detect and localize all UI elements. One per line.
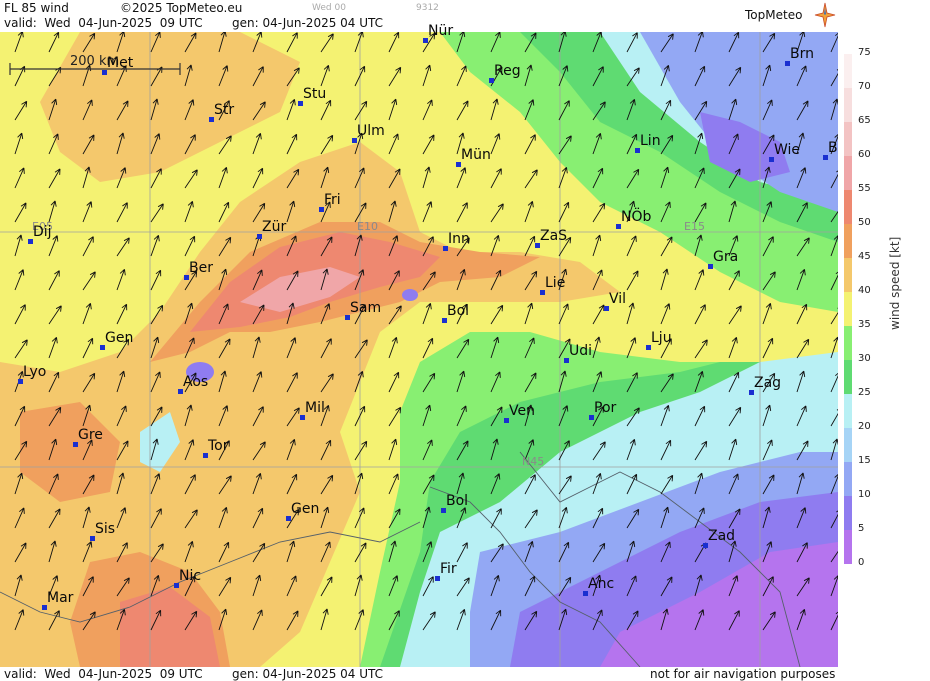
footer-disclaimer: not for air navigation purposes <box>650 667 836 681</box>
city-label: Bol <box>447 303 470 319</box>
city-label: Nic <box>179 568 202 584</box>
city-label: Wie <box>774 142 801 158</box>
city-label: Met <box>107 55 134 71</box>
city-label: Sis <box>95 521 116 537</box>
legend-tick-label: 10 <box>858 489 871 500</box>
product-title: FL 85 wind <box>4 1 69 15</box>
legend-tick-label: 65 <box>858 115 871 126</box>
city-label: Gre <box>78 427 103 443</box>
city-label: Ven <box>509 403 535 419</box>
city-label: Aos <box>183 374 209 390</box>
city-label: Udi <box>569 343 593 359</box>
legend-color-band <box>844 326 852 360</box>
legend-tick-label: 50 <box>858 217 871 228</box>
city-label: Zad <box>708 528 736 544</box>
legend-tick-label: 0 <box>858 557 865 568</box>
city-label: Sam <box>350 300 382 316</box>
city-label: Mar <box>47 590 74 606</box>
legend-tick-label: 35 <box>858 319 871 330</box>
city-label: Lin <box>640 133 661 149</box>
city-label: Bol <box>446 493 469 509</box>
city-label: Reg <box>494 63 521 79</box>
legend-color-band <box>844 224 852 258</box>
valid-time: valid: Wed 04-Jun-2025 09 UTC <box>4 16 203 30</box>
legend-color-band <box>844 54 852 88</box>
city-label: Gen <box>105 330 134 346</box>
city-label: Gen <box>291 501 320 517</box>
legend-tick-label: 20 <box>858 421 871 432</box>
city-label: ZaS <box>540 228 568 244</box>
city-label: Vil <box>609 291 627 307</box>
wind-speed-legend: 75 70 65 60 55 50 45 40 35 30 25 20 15 10 5 0 <box>838 32 930 592</box>
legend-tick-label: 75 <box>858 47 871 58</box>
grid-label-e10: E10 <box>357 220 378 233</box>
legend-color-band <box>844 496 852 530</box>
city-label: B <box>828 140 838 156</box>
legend-title: wind speed [kt] <box>888 236 902 330</box>
city-label: Mün <box>461 147 491 163</box>
grid-label-n45: N45 <box>522 455 545 468</box>
city-label: Str <box>214 102 235 118</box>
legend-color-band <box>844 122 852 156</box>
legend-color-band <box>844 190 852 224</box>
footer-valid-time: valid: Wed 04-Jun-2025 09 UTC <box>4 667 203 681</box>
city-label: Nür <box>428 23 454 39</box>
map-header: FL 85 wind ©2025 TopMeteo.eu valid: Wed … <box>0 0 838 32</box>
city-label: NÖb <box>621 209 652 225</box>
legend-color-band <box>844 462 852 496</box>
code-label: 9312 <box>416 3 439 13</box>
city-label: Stu <box>303 86 327 102</box>
legend-color-band <box>844 156 852 190</box>
legend-tick-label: 45 <box>858 251 871 262</box>
city-label: Lyo <box>23 364 47 380</box>
grid-label-e15: E15 <box>684 220 705 233</box>
legend-tick-label: 60 <box>858 149 871 160</box>
wind-map[interactable]: 200 km <box>0 32 838 667</box>
legend-tick-label: 15 <box>858 455 871 466</box>
city-label: Gra <box>713 249 739 265</box>
legend-color-band <box>844 428 852 462</box>
step-label: Wed 00 <box>312 3 346 13</box>
legend-color-band <box>844 530 852 564</box>
legend-tick-label: 30 <box>858 353 871 364</box>
topmeteo-logo: TopMeteo <box>745 8 803 22</box>
city-label: Brn <box>790 46 814 62</box>
city-label: Ulm <box>357 123 385 139</box>
legend-color-band <box>844 88 852 122</box>
legend-color-band <box>844 394 852 428</box>
legend-tick-label: 55 <box>858 183 871 194</box>
field-purple-inn <box>402 289 418 301</box>
copyright: ©2025 TopMeteo.eu <box>120 1 243 15</box>
city-label: Dij <box>33 224 52 240</box>
city-label: Lie <box>545 275 566 291</box>
city-label: Anc <box>588 576 615 592</box>
city-label: Zür <box>262 219 287 235</box>
city-label: Fri <box>324 192 341 208</box>
generated-time: gen: 04-Jun-2025 04 UTC <box>232 16 384 30</box>
legend-color-band <box>844 258 852 292</box>
city-label: Mil <box>305 400 325 416</box>
wind-speed-fields <box>0 32 838 667</box>
compass-logo-icon <box>814 2 836 28</box>
city-label: Inn <box>448 231 470 247</box>
legend-tick-label: 70 <box>858 81 871 92</box>
city-label: Zag <box>754 375 782 391</box>
city-label: Tor <box>208 438 229 454</box>
city-label: Ber <box>189 260 213 276</box>
city-label: Fir <box>440 561 457 577</box>
legend-tick-label: 25 <box>858 387 871 398</box>
legend-tick-label: 5 <box>858 523 865 534</box>
map-footer: valid: Wed 04-Jun-2025 09 UTC gen: 04-Ju… <box>0 667 838 681</box>
legend-color-band <box>844 292 852 326</box>
city-label: Lju <box>651 330 672 346</box>
legend-tick-label: 40 <box>858 285 871 296</box>
legend-color-band <box>844 360 852 394</box>
city-label: Por <box>594 400 617 416</box>
footer-generated-time: gen: 04-Jun-2025 04 UTC <box>232 667 384 681</box>
